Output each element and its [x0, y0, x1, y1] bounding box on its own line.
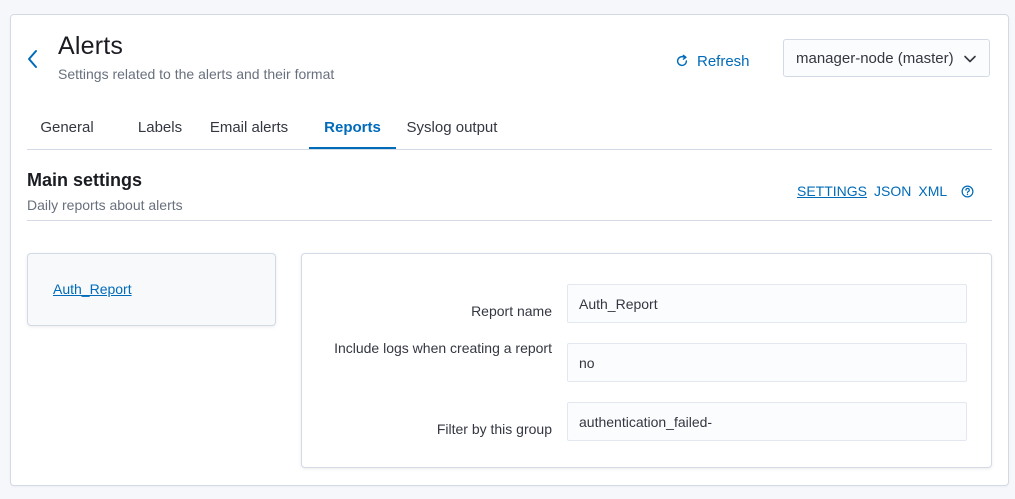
report-form: Report name Auth_Report Include logs whe…: [301, 253, 992, 468]
report-name-label: Report name: [471, 303, 552, 319]
include-logs-field[interactable]: no: [567, 343, 967, 382]
report-name-field[interactable]: Auth_Report: [567, 284, 967, 323]
section-subtitle: Daily reports about alerts: [27, 197, 183, 213]
refresh-icon: [676, 54, 688, 67]
tab-labels[interactable]: Labels: [123, 107, 197, 148]
filter-group-field[interactable]: authentication_failed-: [567, 402, 967, 441]
chevron-down-icon: [964, 55, 976, 63]
tab-email-alerts[interactable]: Email alerts: [201, 107, 297, 148]
node-selector[interactable]: manager-node (master): [783, 39, 990, 77]
filter-group-label: Filter by this group: [436, 421, 552, 437]
section-title: Main settings: [27, 170, 143, 190]
format-links: SETTINGS JSON XML: [797, 181, 974, 201]
report-list: Auth_Report: [27, 253, 276, 326]
refresh-button[interactable]: Refresh: [675, 50, 750, 72]
tab-syslog-output[interactable]: Syslog output: [400, 107, 504, 148]
include-logs-label: Include logs when creating a report: [334, 340, 552, 356]
back-button[interactable]: [25, 47, 41, 71]
settings-view-link[interactable]: SETTINGS: [797, 183, 867, 199]
page-title: Alerts: [58, 32, 124, 60]
chevron-left-icon: [28, 50, 37, 68]
xml-view-link[interactable]: XML: [918, 183, 947, 199]
json-view-link[interactable]: JSON: [874, 183, 911, 199]
question-circle-icon: [961, 185, 974, 197]
alerts-settings-panel: Alerts Settings related to the alerts an…: [10, 14, 1009, 486]
tab-reports[interactable]: Reports: [309, 107, 396, 149]
node-selector-value: manager-node (master): [796, 49, 954, 67]
tab-general[interactable]: General: [27, 107, 107, 148]
page-subtitle: Settings related to the alerts and their…: [58, 66, 335, 82]
help-button[interactable]: [961, 185, 974, 198]
section-divider: [27, 220, 992, 221]
settings-tabs: General Labels Email alerts Reports Sysl…: [27, 107, 992, 150]
report-link-auth-report[interactable]: Auth_Report: [53, 281, 132, 297]
refresh-label: Refresh: [697, 52, 750, 70]
